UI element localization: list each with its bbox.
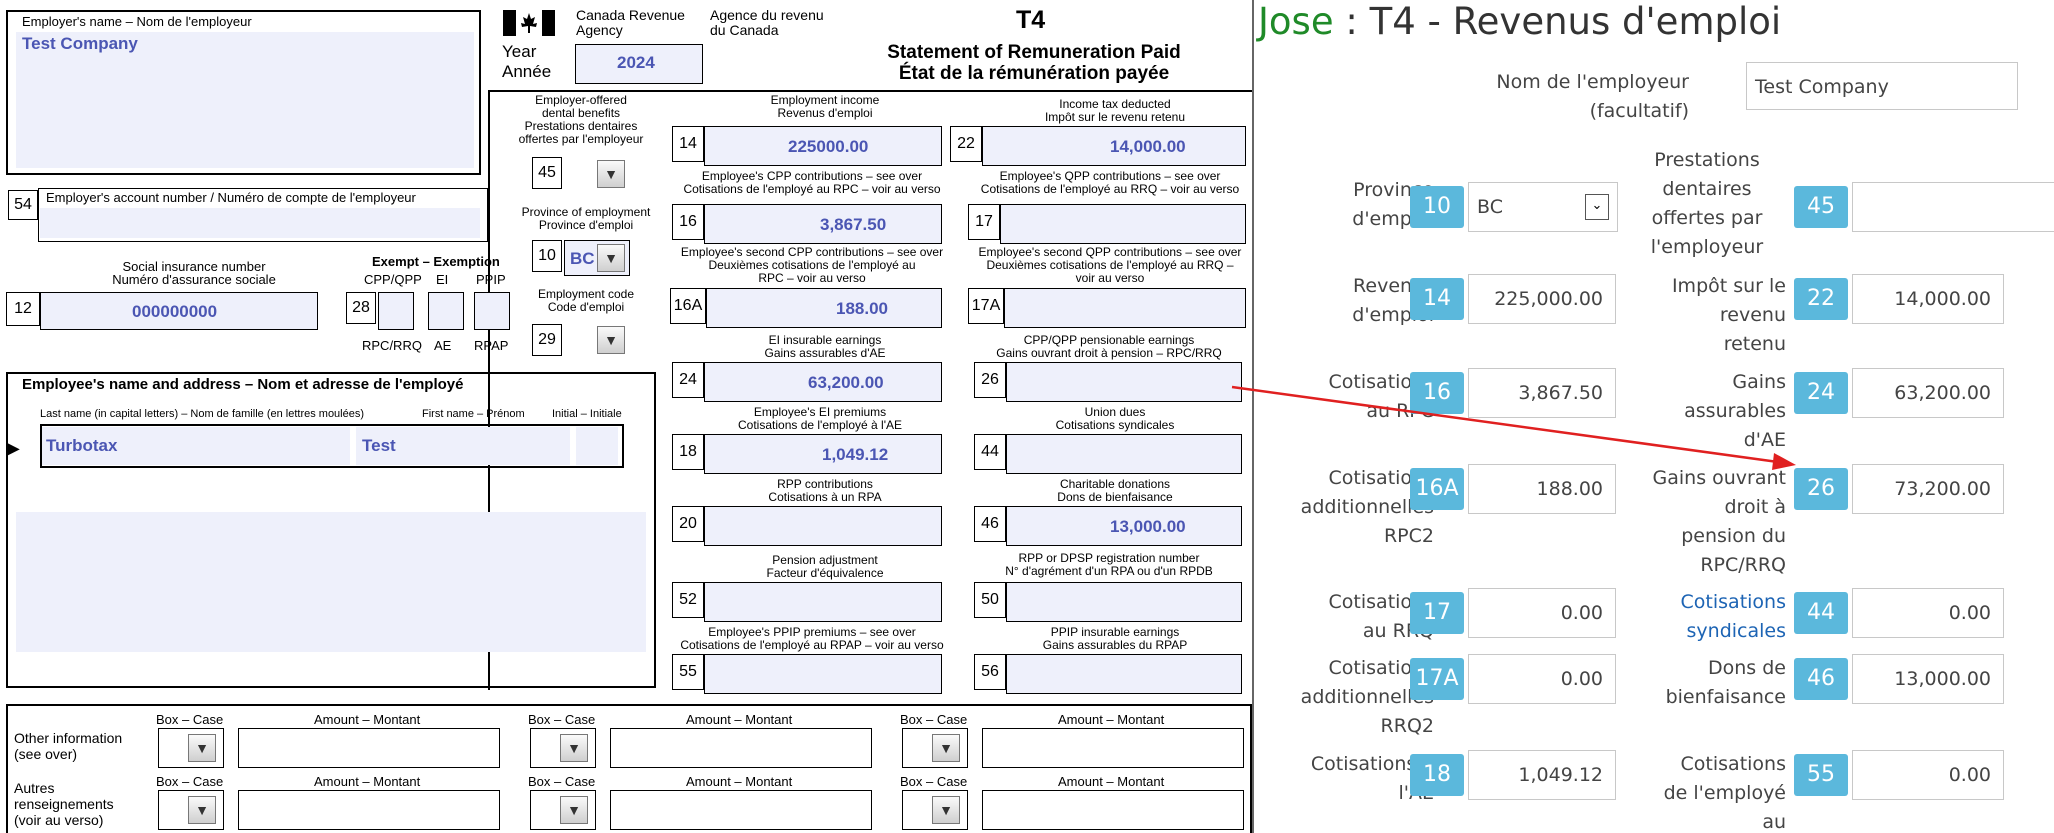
arrow-line xyxy=(1231,385,1779,464)
annotation-arrow xyxy=(1231,385,1796,470)
arrow-head-icon xyxy=(1772,453,1796,470)
